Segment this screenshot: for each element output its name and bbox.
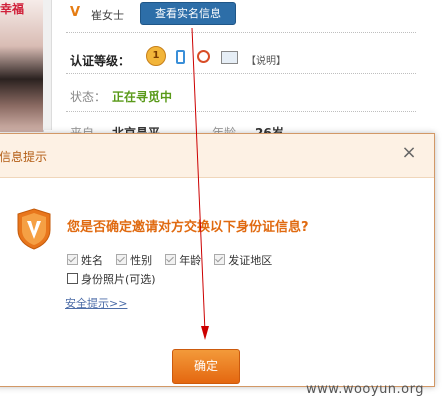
- id-field-options: 姓名 性别 年龄 发证地区: [67, 249, 280, 268]
- confirm-button[interactable]: 确定: [172, 349, 240, 384]
- divider: [66, 111, 416, 112]
- dialog-question: 您是否确定邀请对方交换以下身份证信息?: [67, 220, 309, 235]
- verified-v-icon: V: [70, 5, 81, 20]
- option-age[interactable]: 年龄: [165, 254, 201, 267]
- view-realname-button[interactable]: 查看实名信息: [140, 2, 236, 25]
- id-card-icon[interactable]: [221, 51, 238, 64]
- user-photo: [0, 0, 44, 132]
- divider: [66, 32, 416, 33]
- explain-link[interactable]: 【说明】: [246, 52, 286, 67]
- identity-verified-icon[interactable]: [197, 50, 210, 63]
- status-value: 正在寻觅中: [112, 90, 173, 104]
- dialog-header: 信息提示 ×: [0, 134, 434, 178]
- photo-frame-border: [43, 0, 52, 130]
- user-name: 崔女士: [91, 9, 124, 22]
- safety-tips-link[interactable]: 安全提示>>: [65, 295, 127, 311]
- divider: [66, 73, 416, 74]
- option-name[interactable]: 姓名: [67, 254, 103, 267]
- watermark: www.wooyun.org: [306, 382, 425, 397]
- phone-verified-icon[interactable]: [176, 50, 185, 64]
- checkbox-icon[interactable]: [67, 254, 78, 265]
- level-medal-icon[interactable]: 1: [146, 46, 166, 66]
- option-issuing-region[interactable]: 发证地区: [214, 254, 272, 267]
- status-label: 状态：: [70, 90, 107, 104]
- checkbox-icon[interactable]: [67, 273, 78, 284]
- shield-v-icon: [17, 208, 51, 250]
- option-gender[interactable]: 性别: [116, 254, 152, 267]
- checkbox-icon[interactable]: [214, 254, 226, 265]
- close-icon[interactable]: ×: [401, 144, 417, 162]
- checkbox-icon[interactable]: [165, 254, 177, 265]
- info-dialog: 信息提示 × 您是否确定邀请对方交换以下身份证信息? 姓名 性别 年龄 发证地区…: [0, 133, 435, 387]
- dialog-title: 信息提示: [0, 150, 48, 164]
- photo-caption: 幸福: [0, 2, 25, 16]
- certification-level-label: 认证等级：: [70, 54, 131, 68]
- option-id-photo[interactable]: 身份照片(可选): [67, 271, 156, 287]
- checkbox-icon[interactable]: [116, 254, 128, 265]
